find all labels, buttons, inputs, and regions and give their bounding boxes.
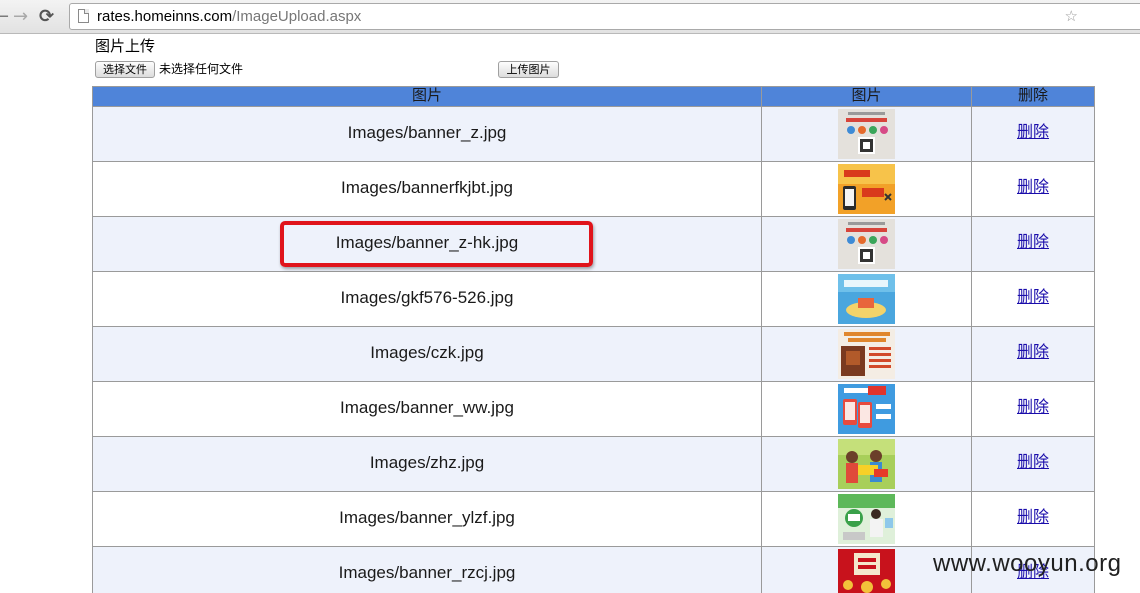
banner-thumbnail: [838, 274, 895, 324]
image-path: Images/zhz.jpg: [369, 453, 485, 472]
address-bar[interactable]: rates.homeinns.com/ImageUpload.aspx ☆: [69, 3, 1140, 30]
table-row: Images/banner_ylzf.jpg 删除: [93, 491, 1095, 546]
table-row: Images/zhz.jpg 删除: [93, 436, 1095, 491]
image-path: Images/bannerfkjbt.jpg: [341, 178, 513, 197]
image-path: Images/banner_rzcj.jpg: [338, 563, 516, 582]
choose-file-button[interactable]: 选择文件: [95, 61, 155, 78]
page-icon: [78, 9, 89, 23]
highlight-annotation: [280, 221, 593, 267]
delete-link[interactable]: 删除: [1017, 343, 1049, 363]
image-path: Images/banner_ylzf.jpg: [339, 508, 515, 527]
image-path: Images/banner_ww.jpg: [340, 398, 514, 417]
delete-link[interactable]: 删除: [1017, 453, 1049, 473]
bookmark-star-icon[interactable]: ☆: [1065, 7, 1078, 25]
column-header-path: 图片: [93, 87, 762, 106]
column-header-delete: 删除: [972, 87, 1095, 106]
banner-thumbnail: [838, 439, 895, 489]
table-row: Images/czk.jpg 删除: [93, 326, 1095, 381]
delete-link[interactable]: 删除: [1017, 123, 1049, 143]
delete-link[interactable]: 删除: [1017, 178, 1049, 198]
table-header: 图片 图片 删除: [93, 86, 1095, 106]
table-row: Images/banner_z.jpg 删除: [93, 106, 1095, 161]
banner-thumbnail: [838, 549, 895, 593]
banner-thumbnail: [838, 109, 895, 159]
watermark-text: www.wooyun.org: [933, 550, 1122, 577]
banner-thumbnail: [838, 494, 895, 544]
url-path: /ImageUpload.aspx: [232, 8, 362, 25]
delete-link[interactable]: 删除: [1017, 508, 1049, 528]
banner-thumbnail: [838, 164, 895, 214]
delete-link[interactable]: 删除: [1017, 288, 1049, 308]
banner-thumbnail: [838, 329, 895, 379]
url-host: rates.homeinns.com: [97, 8, 233, 25]
image-path: Images/banner_z.jpg: [347, 123, 507, 142]
banner-thumbnail: [838, 384, 895, 434]
image-table: 图片 图片 删除 Images/banner_z.jpg 删除 Images/b…: [92, 86, 1095, 593]
upload-image-button[interactable]: 上传图片: [498, 61, 559, 78]
delete-link[interactable]: 删除: [1017, 233, 1049, 253]
browser-toolbar: ← → ⟳ rates.homeinns.com/ImageUpload.asp…: [0, 0, 1140, 34]
image-path: Images/czk.jpg: [370, 343, 484, 362]
forward-icon[interactable]: →: [13, 7, 28, 27]
page-title: 图片上传: [95, 38, 156, 55]
table-row: Images/bannerfkjbt.jpg 删除: [93, 161, 1095, 216]
delete-link[interactable]: 删除: [1017, 398, 1049, 418]
image-path: Images/gkf576-526.jpg: [340, 288, 514, 307]
reload-icon[interactable]: ⟳: [39, 7, 54, 27]
table-row: Images/banner_ww.jpg 删除: [93, 381, 1095, 436]
address-url[interactable]: rates.homeinns.com/ImageUpload.aspx: [97, 8, 361, 26]
column-header-image: 图片: [762, 87, 972, 106]
banner-thumbnail: [838, 219, 895, 269]
table-row: Images/gkf576-526.jpg 删除: [93, 271, 1095, 326]
file-status-text: 未选择任何文件: [159, 62, 244, 76]
back-icon[interactable]: ←: [0, 7, 9, 27]
table-row: Images/banner_z-hk.jpg 删除: [93, 216, 1095, 271]
